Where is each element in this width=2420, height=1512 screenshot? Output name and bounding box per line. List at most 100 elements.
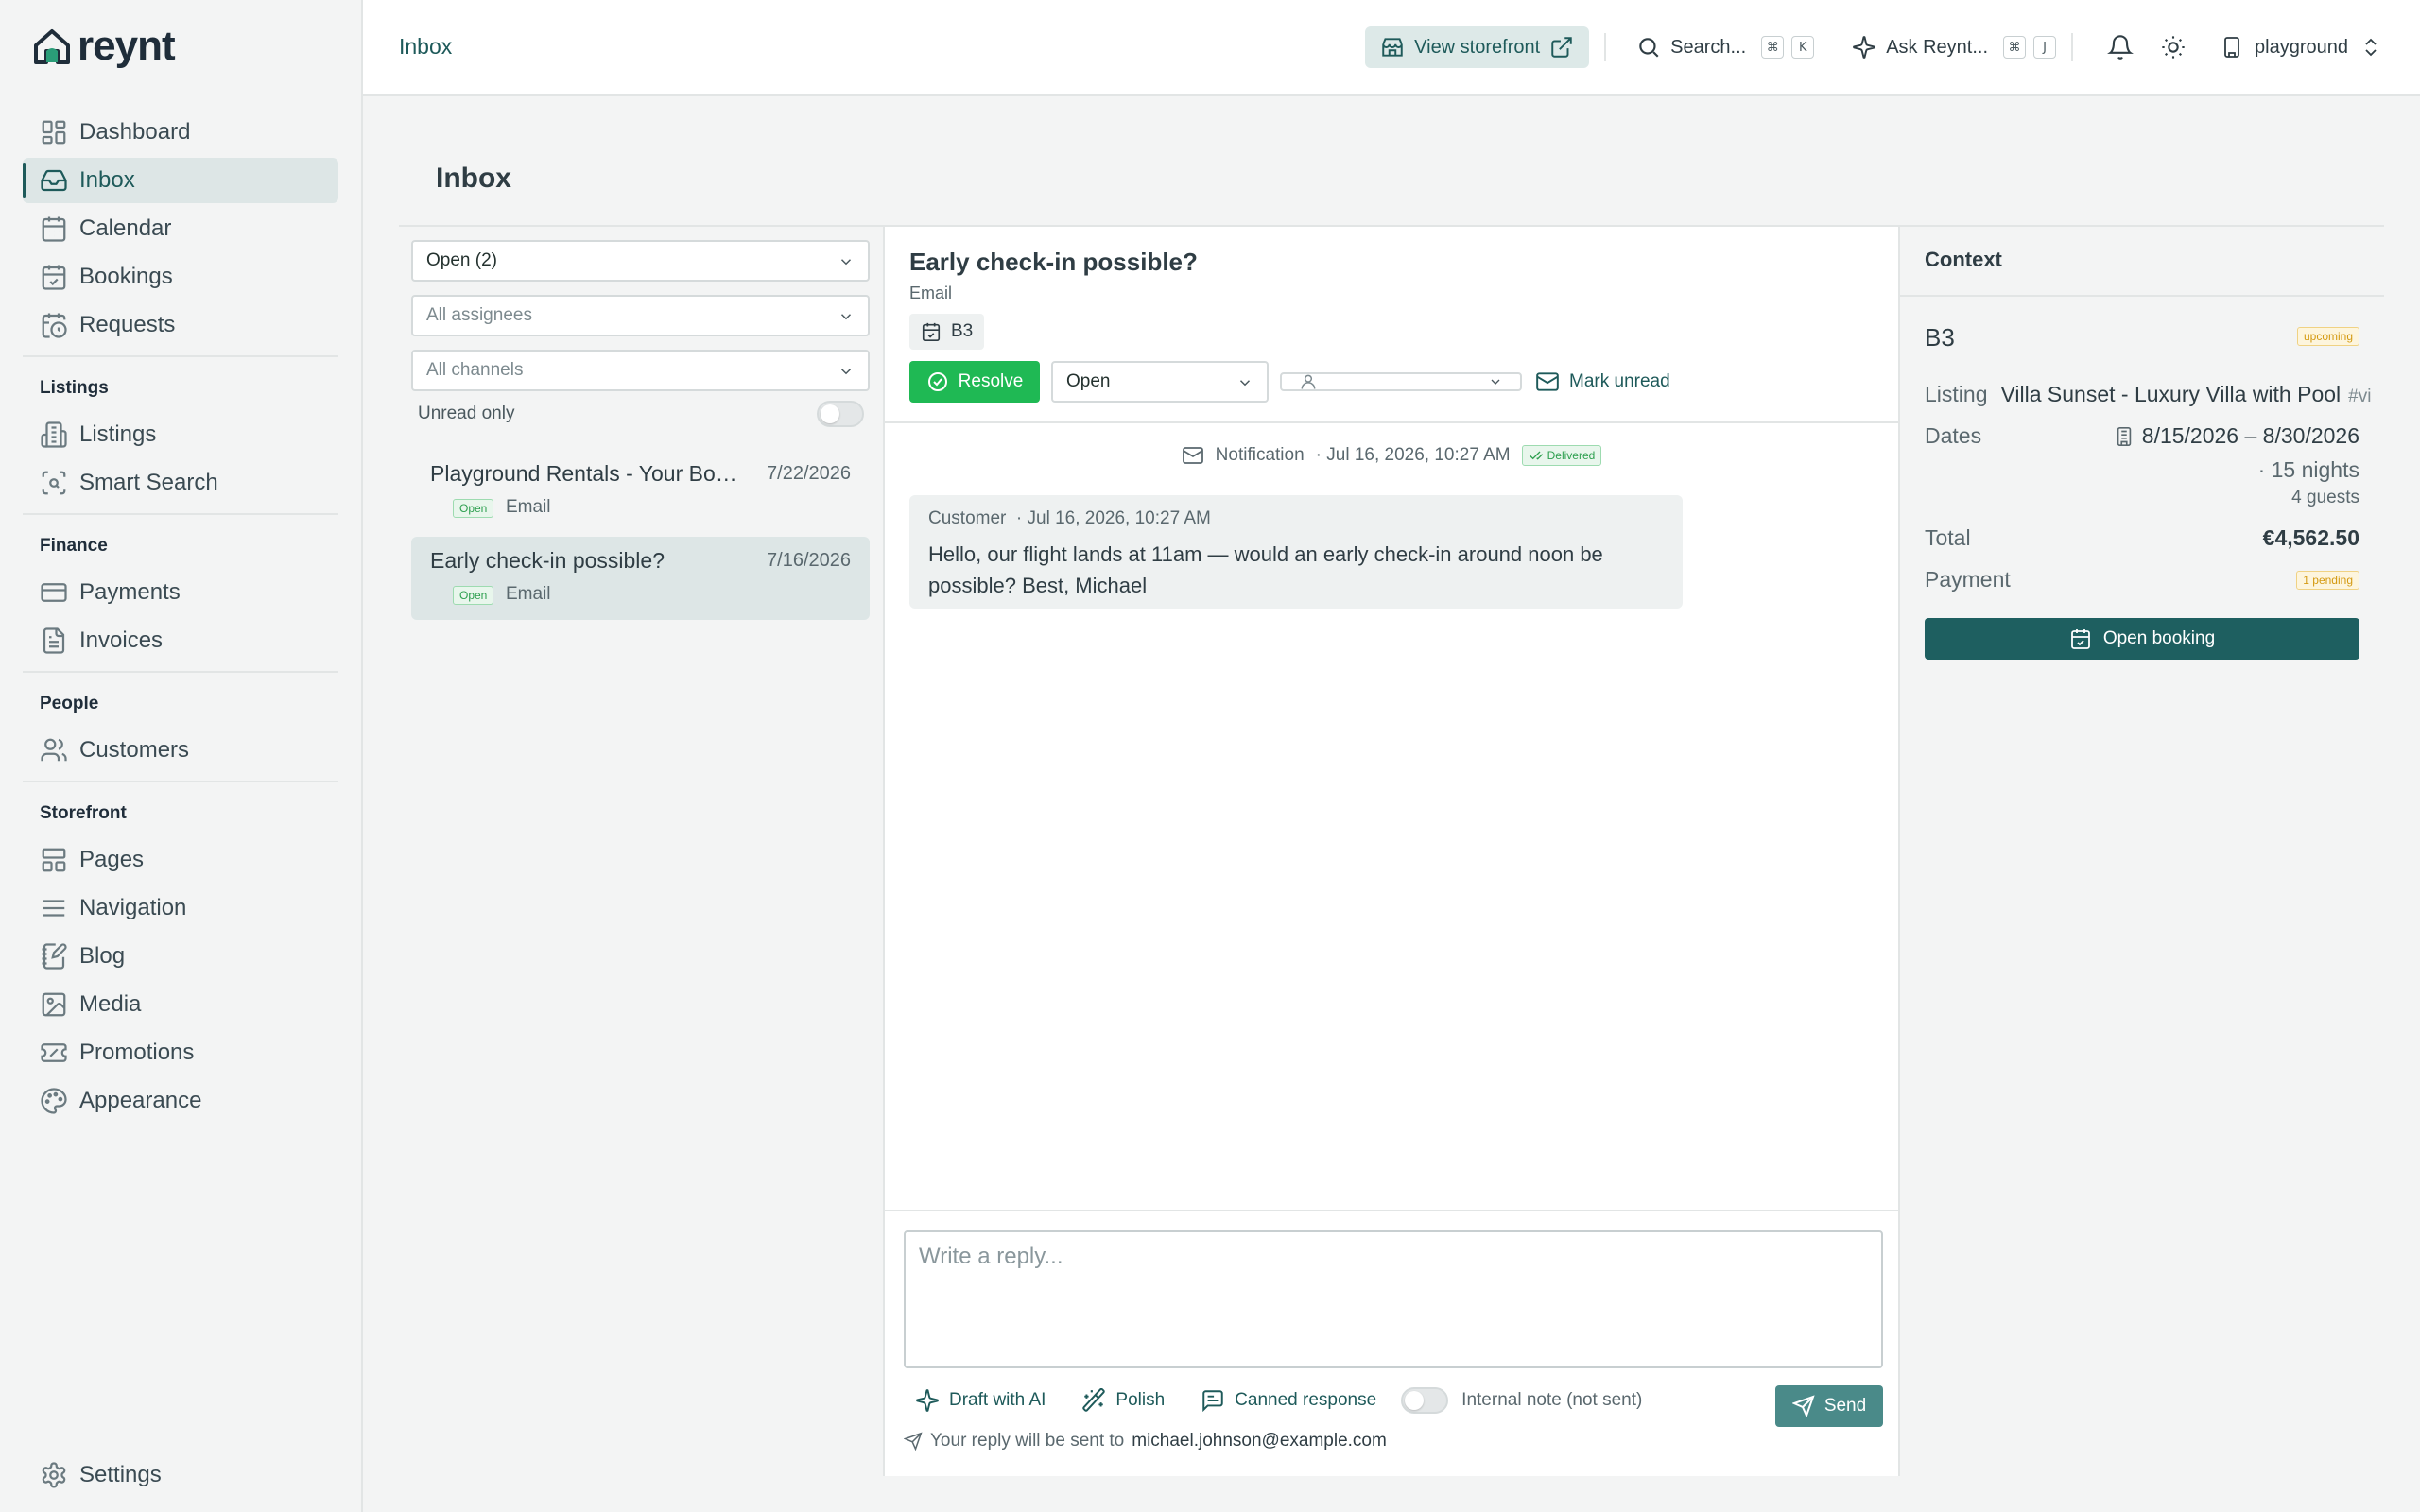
palette-icon	[41, 1088, 67, 1114]
delivered-label: Delivered	[1547, 449, 1596, 462]
delivered-badge: Delivered	[1521, 445, 1602, 466]
calendar-check-icon	[2070, 629, 2090, 649]
conversation-channel: Email	[506, 497, 551, 517]
sidebar: reynt Dashboard Inbox Calendar Bookings …	[0, 0, 363, 1512]
listing-row: Listing Villa Sunset - Luxury Villa with …	[1925, 382, 2384, 407]
channel-filter-select[interactable]: All channels	[411, 350, 870, 391]
reply-input[interactable]: Write a reply...	[904, 1230, 1883, 1368]
assignee-filter-placeholder: All assignees	[426, 305, 532, 325]
assignee-filter-select[interactable]: All assignees	[411, 295, 870, 336]
chevron-down-icon	[840, 259, 852, 266]
listing-label: Listing	[1925, 382, 1988, 406]
sidebar-item-navigation[interactable]: Navigation	[23, 885, 338, 931]
search-label: Search...	[1670, 36, 1747, 58]
notification-time: · Jul 16, 2026, 10:27 AM	[1315, 445, 1511, 465]
booking-chip-label: B3	[951, 321, 974, 341]
ask-ai-button[interactable]: Ask Reynt... ⌘ J	[1852, 35, 2057, 60]
divider	[23, 355, 338, 357]
sidebar-item-label: Listings	[79, 421, 157, 447]
notifications-button[interactable]	[2100, 26, 2141, 68]
page-title: Inbox	[436, 163, 511, 194]
conversation-channel: Email	[506, 584, 551, 604]
payment-status-badge: 1 pending	[2296, 571, 2360, 590]
message-meta: Customer · Jul 16, 2026, 10:27 AM	[928, 508, 1211, 529]
sidebar-item-bookings[interactable]: Bookings	[23, 254, 338, 300]
send-label: Send	[1824, 1396, 1867, 1416]
view-storefront-button[interactable]: View storefront	[1365, 26, 1590, 68]
sidebar-item-payments[interactable]: Payments	[23, 570, 338, 615]
send-button[interactable]: Send	[1775, 1385, 1883, 1427]
internal-note-label: Internal note (not sent)	[1461, 1390, 1643, 1410]
conversation-list-item[interactable]: Early check-in possible? 7/16/2026 Open …	[411, 537, 870, 620]
status-filter-select[interactable]: Open (2)	[411, 240, 870, 282]
message-bubble: Customer · Jul 16, 2026, 10:27 AM Hello,…	[909, 495, 1683, 609]
credit-card-icon	[41, 583, 67, 602]
sidebar-item-label: Payments	[79, 579, 181, 605]
sidebar-item-customers[interactable]: Customers	[23, 728, 338, 773]
sidebar-settings: Settings	[23, 1452, 338, 1501]
sidebar-item-calendar[interactable]: Calendar	[23, 206, 338, 251]
assignee-select[interactable]	[1280, 372, 1522, 391]
sidebar-item-promotions[interactable]: Promotions	[23, 1030, 338, 1075]
sidebar-item-media[interactable]: Media	[23, 982, 338, 1027]
workspace-switcher[interactable]: playground	[2221, 36, 2382, 59]
calendar-icon	[42, 216, 66, 242]
sidebar-item-settings[interactable]: Settings	[23, 1452, 338, 1498]
internal-note-toggle[interactable]	[1401, 1387, 1449, 1414]
sidebar-item-inbox[interactable]: Inbox	[23, 158, 338, 203]
status-badge: Open	[453, 499, 494, 518]
resolve-button[interactable]: Resolve	[909, 361, 1040, 403]
dates-value-wrap: 8/15/2026 – 8/30/2026	[2114, 423, 2360, 449]
draft-with-ai-button[interactable]: Draft with AI	[915, 1388, 1046, 1413]
workspace-name: playground	[2255, 36, 2348, 58]
status-badge: Open	[453, 586, 494, 605]
open-booking-button[interactable]: Open booking	[1925, 618, 2360, 660]
divider	[885, 421, 1898, 423]
breadcrumb[interactable]: Inbox	[399, 34, 452, 60]
calendar-check-icon	[922, 322, 941, 341]
building-icon	[2117, 426, 2132, 446]
divider	[23, 671, 338, 673]
listing-value[interactable]: Villa Sunset - Luxury Villa with Pool	[2000, 382, 2341, 406]
sparkles-icon	[1853, 36, 1876, 59]
conversation-status-value: Open	[1066, 371, 1111, 391]
channel-filter-placeholder: All channels	[426, 360, 524, 380]
unread-only-toggle[interactable]	[817, 401, 864, 427]
theme-toggle-button[interactable]	[2152, 26, 2194, 68]
building-icon	[41, 421, 67, 448]
sidebar-item-label: Promotions	[79, 1040, 195, 1065]
context-heading: Context	[1925, 248, 2002, 271]
ticket-icon	[41, 1043, 67, 1062]
store-icon	[1382, 38, 1403, 57]
sidebar-item-label: Calendar	[79, 215, 172, 241]
search-icon	[1639, 38, 1659, 58]
message-author: Customer	[928, 508, 1007, 528]
sidebar-item-invoices[interactable]: Invoices	[23, 618, 338, 663]
polish-button[interactable]: Polish	[1081, 1388, 1165, 1413]
mark-unread-button[interactable]: Mark unread	[1535, 361, 1670, 403]
conversation-title: Early check-in possible?	[430, 548, 666, 573]
reply-recipient-prefix: Your reply will be sent to	[930, 1431, 1125, 1451]
sidebar-item-blog[interactable]: Blog	[23, 934, 338, 979]
conversation-list-item[interactable]: Playground Rentals - Your Boo... 7/22/20…	[411, 450, 870, 533]
sidebar-item-smart-search[interactable]: Smart Search	[23, 460, 338, 506]
sidebar-item-listings[interactable]: Listings	[23, 412, 338, 457]
chevron-down-icon	[1239, 380, 1251, 387]
draft-with-ai-label: Draft with AI	[949, 1390, 1046, 1410]
sidebar-item-appearance[interactable]: Appearance	[23, 1078, 338, 1124]
section-heading-finance: Finance	[40, 536, 108, 556]
canned-response-button[interactable]: Canned response	[1201, 1388, 1376, 1413]
booking-chip[interactable]: B3	[909, 314, 985, 350]
section-heading-listings: Listings	[40, 378, 109, 398]
context-panel: Context B3 upcoming Listing Villa Sunset …	[1900, 225, 2384, 1476]
sidebar-item-requests[interactable]: Requests	[23, 302, 338, 348]
global-search-button[interactable]: Search... ⌘ K	[1636, 35, 1815, 60]
sidebar-item-label: Settings	[79, 1462, 162, 1487]
logo[interactable]: reynt	[32, 26, 176, 67]
reply-recipient-note: Your reply will be sent to michael.johns…	[904, 1431, 1387, 1452]
message-time: · Jul 16, 2026, 10:27 AM	[1015, 508, 1211, 528]
conversation-status-select[interactable]: Open	[1051, 361, 1269, 403]
sidebar-item-dashboard[interactable]: Dashboard	[23, 110, 338, 155]
sidebar-item-pages[interactable]: Pages	[23, 837, 338, 883]
sidebar-item-label: Requests	[79, 312, 176, 337]
